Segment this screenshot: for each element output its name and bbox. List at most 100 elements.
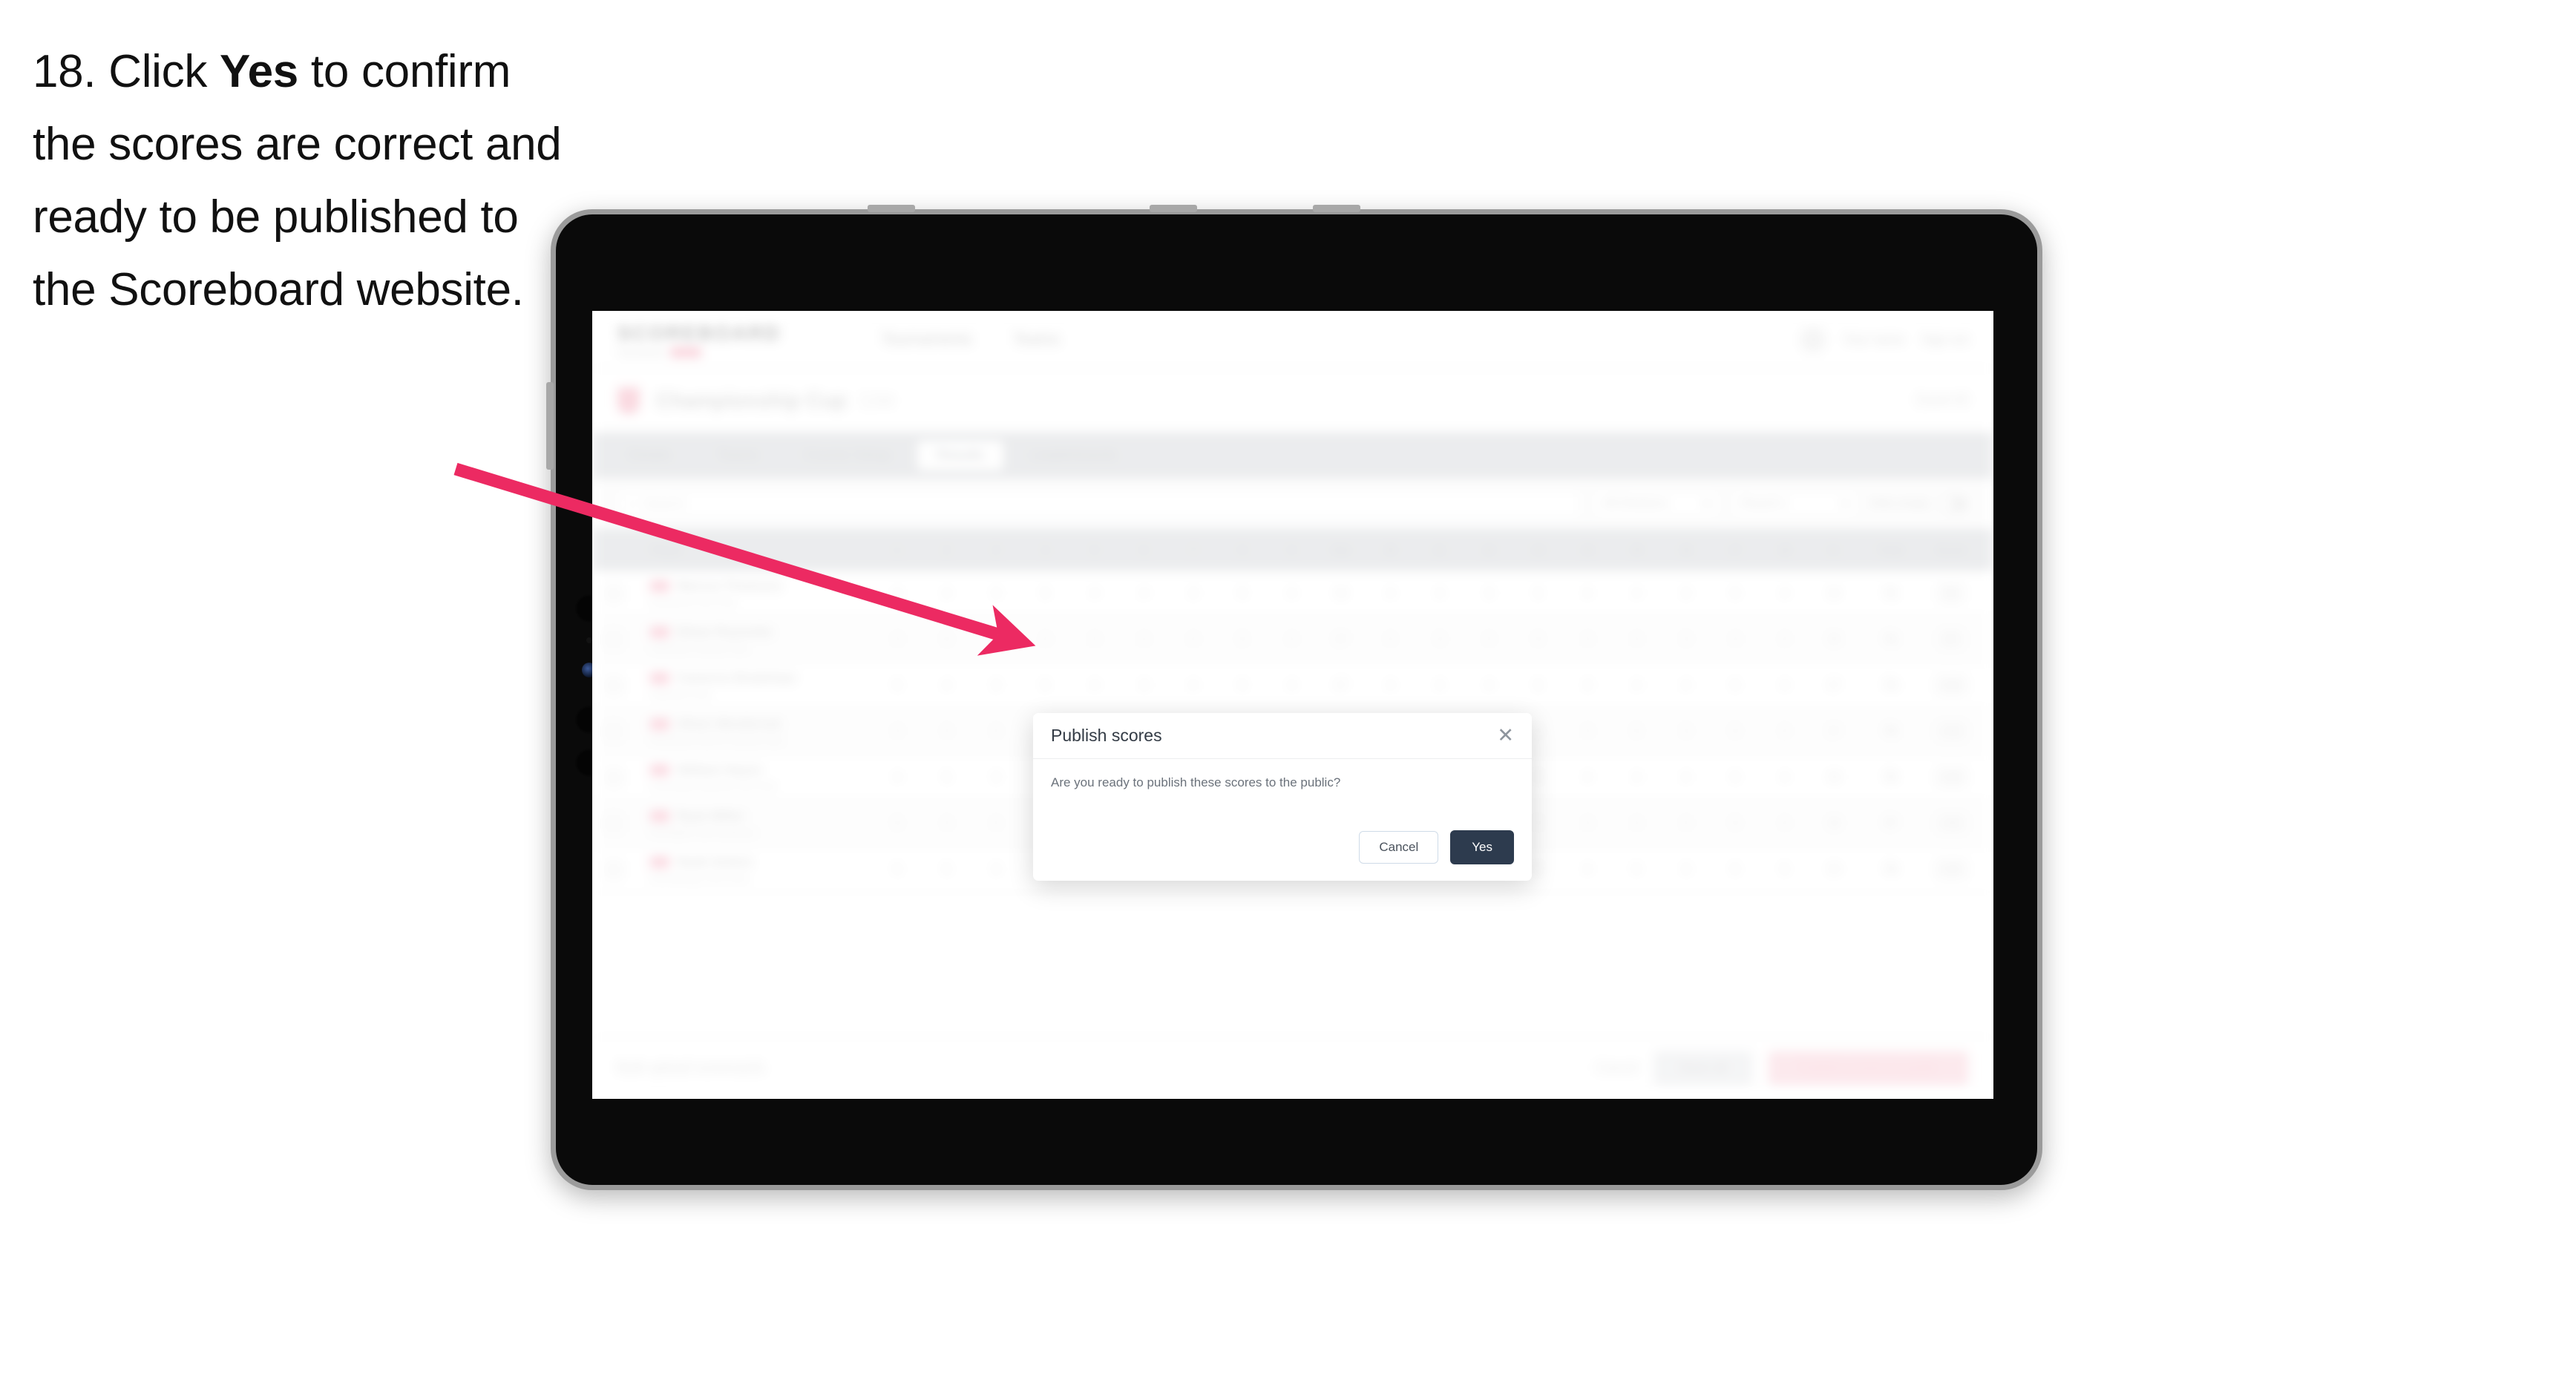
hole-score-cell[interactable]: 4 (873, 587, 922, 600)
dialog-cancel-button[interactable]: Cancel (1359, 831, 1439, 864)
checkbox-icon[interactable] (606, 585, 622, 602)
hole-score-cell[interactable]: 5 (1513, 679, 1562, 692)
tab-teams[interactable]: Teams (698, 441, 778, 470)
hole-score-cell[interactable]: 5 (1711, 725, 1760, 738)
hole-score-cell[interactable]: 4 (1662, 771, 1711, 784)
hole-score-cell[interactable]: 4 (1366, 633, 1415, 646)
hole-score-cell[interactable]: 4 (1563, 863, 1612, 876)
hole-score-cell[interactable]: 4 (922, 587, 971, 600)
checkbox-icon[interactable] (606, 677, 622, 694)
checkbox-icon[interactable] (606, 769, 622, 786)
hole-score-cell[interactable]: 4 (1366, 679, 1415, 692)
hole-score-cell[interactable]: 4 (1267, 587, 1316, 600)
signout-link[interactable]: Sign out (1922, 332, 1968, 347)
hole-score-cell[interactable]: 4 (1612, 679, 1661, 692)
device-top-button-1[interactable] (868, 205, 915, 212)
hole-score-cell[interactable]: 39 (1809, 863, 1858, 876)
hole-score-cell[interactable]: 4 (922, 817, 971, 830)
hole-score-cell[interactable]: 37 (1317, 679, 1366, 692)
publish-scores-button[interactable]: Publish scores to public (1768, 1051, 1968, 1085)
hole-score-cell[interactable]: 3 (971, 771, 1020, 784)
device-top-button-3[interactable] (1313, 205, 1360, 212)
table-row[interactable]: Cameron Bradshaw Highland Park 5 4 3 5 4 3 4 5 4 37… (592, 663, 1993, 709)
hole-score-cell[interactable]: 5 (1760, 863, 1809, 876)
hole-score-cell[interactable]: 4 (873, 771, 922, 784)
hole-score-cell[interactable]: 4 (1267, 679, 1316, 692)
checkbox-icon[interactable] (606, 861, 622, 878)
table-row[interactable]: Marcus Thomson Eastwood Golf Club 4 4 3 5 4 4 3 5… (592, 571, 1993, 617)
hole-score-cell[interactable]: 4 (1711, 633, 1760, 646)
hole-score-cell[interactable]: 37 (1809, 725, 1858, 738)
hole-score-cell[interactable]: 4 (1563, 771, 1612, 784)
cancel-button[interactable]: Cancel (1596, 1060, 1638, 1076)
hole-score-cell[interactable]: 38 (1809, 817, 1858, 830)
hole-score-cell[interactable]: 3 (971, 633, 1020, 646)
hole-score-cell[interactable]: 3 (1415, 633, 1464, 646)
hole-score-cell[interactable]: 5 (1218, 633, 1267, 646)
hole-score-cell[interactable]: 4 (1070, 587, 1119, 600)
hole-score-cell[interactable]: 4 (1563, 587, 1612, 600)
hole-score-cell[interactable]: 4 (1020, 633, 1069, 646)
hole-score-cell[interactable]: 38 (1809, 771, 1858, 784)
hole-score-cell[interactable]: 5 (1218, 679, 1267, 692)
hide-empty-toggle[interactable]: Hide empty (1869, 495, 1968, 512)
hole-score-cell[interactable]: 4 (873, 725, 922, 738)
hole-score-cell[interactable]: 5 (873, 817, 922, 830)
hole-score-cell[interactable]: 4 (922, 679, 971, 692)
hole-score-cell[interactable]: 4 (1662, 679, 1711, 692)
tab-results[interactable]: Results (917, 441, 1003, 470)
hole-score-cell[interactable]: 5 (1513, 587, 1562, 600)
hole-score-cell[interactable]: 4 (873, 633, 922, 646)
row-checkbox[interactable] (606, 631, 650, 648)
row-checkbox[interactable] (606, 861, 650, 878)
row-checkbox[interactable] (606, 723, 650, 740)
hole-score-cell[interactable]: 4 (922, 725, 971, 738)
header-nav-teams[interactable]: Teams (1013, 331, 1059, 349)
hole-score-cell[interactable]: 4 (1415, 587, 1464, 600)
brand-logo[interactable]: SCOREBOARD Tournament PRO (617, 322, 840, 358)
hole-score-cell[interactable]: 5 (1218, 587, 1267, 600)
checkbox-icon[interactable] (606, 723, 622, 740)
hole-score-cell[interactable]: 5 (1711, 817, 1760, 830)
division-select[interactable]: All Divisions ▾ (1593, 489, 1720, 518)
hole-score-cell[interactable]: 4 (1612, 633, 1661, 646)
hole-score-cell[interactable]: 37 (1317, 633, 1366, 646)
hole-score-cell[interactable]: 4 (1464, 633, 1513, 646)
hole-score-cell[interactable]: 5 (873, 863, 922, 876)
tab-leaderboards[interactable]: Leaderboards (1011, 441, 1136, 470)
hole-score-cell[interactable]: 37 (1809, 679, 1858, 692)
device-top-button-2[interactable] (1150, 205, 1197, 212)
hole-score-cell[interactable]: 5 (873, 679, 922, 692)
hole-score-cell[interactable]: 3 (1662, 863, 1711, 876)
hole-score-cell[interactable]: 5 (1612, 725, 1661, 738)
hole-score-cell[interactable]: 4 (1168, 633, 1217, 646)
hole-score-cell[interactable]: 4 (1760, 725, 1809, 738)
hole-score-cell[interactable]: 3 (1662, 587, 1711, 600)
hole-score-cell[interactable]: 4 (1563, 725, 1612, 738)
hole-score-cell[interactable]: 4 (1760, 817, 1809, 830)
hole-score-cell[interactable]: 3 (1168, 587, 1217, 600)
hole-score-cell[interactable]: 35 (1809, 633, 1858, 646)
hole-score-cell[interactable]: 4 (1612, 771, 1661, 784)
hole-score-cell[interactable]: 3 (1563, 679, 1612, 692)
tab-details[interactable]: Details (609, 441, 690, 470)
dialog-yes-button[interactable]: Yes (1450, 830, 1514, 864)
checkbox-icon[interactable] (606, 815, 622, 832)
hole-score-cell[interactable]: 4 (1070, 679, 1119, 692)
hole-score-cell[interactable]: 4 (1267, 633, 1316, 646)
hole-score-cell[interactable]: 3 (1119, 679, 1168, 692)
device-power-button[interactable] (546, 382, 554, 470)
round-select[interactable]: Round 1 ▾ (1731, 489, 1858, 518)
hole-score-cell[interactable]: 4 (1760, 587, 1809, 600)
bulk-upload-link[interactable]: Bulk upload scorecards (617, 1060, 764, 1077)
hole-score-cell[interactable]: 4 (1662, 817, 1711, 830)
hole-score-cell[interactable]: 4 (1119, 633, 1168, 646)
header-nav-tournaments[interactable]: Tournaments (882, 331, 971, 349)
table-row[interactable]: Ethan Reynolds Lakeside Country Club 4 5 3 4 4… (592, 617, 1993, 663)
hole-score-cell[interactable]: 4 (1760, 633, 1809, 646)
hole-score-cell[interactable]: 36 (1317, 587, 1366, 600)
hole-score-cell[interactable]: 4 (1415, 679, 1464, 692)
hole-score-cell[interactable]: 4 (1464, 679, 1513, 692)
avatar[interactable] (1800, 326, 1826, 352)
hole-score-cell[interactable]: 5 (1513, 633, 1562, 646)
